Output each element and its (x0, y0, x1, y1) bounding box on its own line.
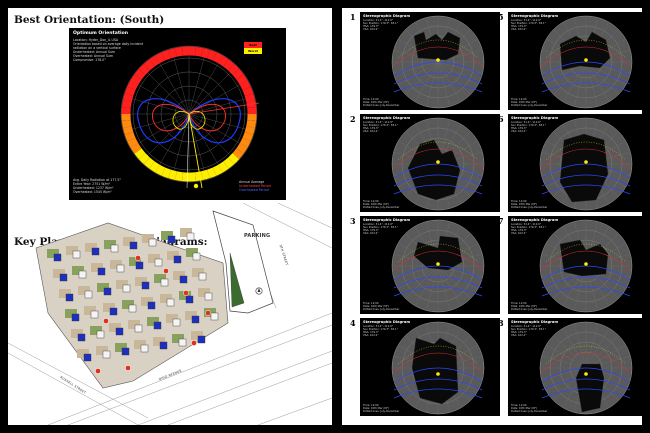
diagram-heading: Stereographic Diagram (363, 116, 411, 120)
orientation-key-2: Overheated Period (239, 188, 269, 192)
plan-marker-8 (191, 340, 197, 346)
diagram-info-line: VSA: 102.2° (363, 232, 379, 236)
diagram-number: 8 (498, 318, 504, 328)
diagram-info: Location: 31.4°, 112.9° Sun Position: 179… (511, 223, 546, 235)
diagram-info: Location: 31.4°, 112.9° Sun Position: 179… (511, 325, 546, 337)
diagram-info-line: VSA: 102.2° (511, 130, 527, 134)
plan-marker-1 (135, 255, 141, 261)
orientation-info-5: Compromise: 178.0° (73, 58, 106, 62)
diagram-number: 6 (498, 114, 504, 124)
diagram-info: Location: 31.4°, 112.9° Sun Position: 179… (363, 121, 398, 133)
sun-path-diagram-2: Stereographic Diagram Location: 31.4°, 11… (360, 114, 500, 212)
diagram-footer-line: Dotted lines: July-December (511, 409, 548, 413)
diagram-footer: Time: 12:00 Date: 10th Mar (DF) Dotted lin… (363, 200, 399, 209)
right-panel: 1 Stereographic Diagram Location: 31.4°, 1… (342, 8, 648, 425)
diagram-heading: Stereographic Diagram (363, 218, 411, 222)
plan-marker-5 (163, 268, 169, 274)
plan-marker-6 (183, 290, 189, 296)
diagram-heading: Stereographic Diagram (363, 14, 411, 18)
diagram-heading: Stereographic Diagram (511, 14, 559, 18)
diagram-number: 7 (498, 216, 504, 226)
site-plan-drawing (7, 202, 333, 426)
diagram-info-line: VSA: 102.2° (363, 28, 379, 32)
diagram-footer-line: Dotted lines: July-December (511, 307, 548, 311)
diagram-info: Location: 31.4°, 112.9° Sun Position: 179… (363, 223, 398, 235)
sun-path-diagram-5: Stereographic Diagram Location: 31.4°, 11… (508, 12, 648, 110)
diagram-info: Location: 31.4°, 112.9° Sun Position: 179… (363, 19, 398, 31)
diagram-info: Location: 31.4°, 112.9° Sun Position: 179… (511, 19, 546, 31)
diagram-info-line: VSA: 102.2° (363, 130, 379, 134)
site-key-plan: PARKING RUSSELL STREET OHIO AVENUE 9TH S… (7, 202, 333, 426)
sun-path-diagram-7: Stereographic Diagram Location: 31.4°, 11… (508, 216, 648, 314)
diagram-footer: Time: 12:00 Date: 10th Mar (DF) Dotted lin… (511, 98, 547, 107)
diagram-footer-line: Dotted lines: July-December (511, 103, 548, 107)
diagram-footer-line: Dotted lines: July-December (363, 409, 400, 413)
diagram-footer: Time: 12:00 Date: 10th Mar (DF) Dotted lin… (511, 404, 547, 413)
diagram-info-line: VSA: 102.2° (511, 334, 527, 338)
orientation-legend: Best Worst (244, 42, 262, 54)
diagram-heading: Stereographic Diagram (363, 320, 411, 324)
diagram-heading: Stereographic Diagram (511, 218, 559, 222)
diagram-number: 2 (350, 114, 356, 124)
diagram-footer: Time: 12:00 Date: 10th Mar (DF) Dotted lin… (363, 404, 399, 413)
diagram-number: 5 (498, 12, 504, 22)
diagram-footer-line: Dotted lines: July-December (363, 103, 400, 107)
sun-path-diagram-3: Stereographic Diagram Location: 31.4°, 11… (360, 216, 500, 314)
diagram-heading: Stereographic Diagram (511, 116, 559, 120)
plan-marker-7 (205, 310, 211, 316)
diagram-info: Location: 31.4°, 112.9° Sun Position: 179… (363, 325, 398, 337)
sun-path-diagram-8: Stereographic Diagram Location: 31.4°, 11… (508, 318, 648, 416)
orientation-heading: Optimum Orientation (73, 31, 129, 36)
diagram-number: 3 (350, 216, 356, 226)
diagram-footer: Time: 12:00 Date: 10th Mar (DF) Dotted lin… (511, 302, 547, 311)
orientation-stat-3: Overheated: 1545 W/m² (73, 190, 112, 194)
diagram-footer: Time: 12:00 Date: 10th Mar (DF) Dotted lin… (511, 200, 547, 209)
sun-path-diagram-6: Stereographic Diagram Location: 31.4°, 11… (508, 114, 648, 212)
optimum-orientation-chart: Optimum Orientation Location: Hyder_Don_… (69, 28, 286, 200)
diagram-footer: Time: 12:00 Date: 10th Mar (DF) Dotted lin… (363, 98, 399, 107)
diagram-footer-line: Dotted lines: July-December (363, 205, 400, 209)
plan-marker-4 (95, 368, 101, 374)
sun-path-diagram-4: Stereographic Diagram Location: 31.4°, 11… (360, 318, 500, 416)
diagram-info-line: VSA: 102.2° (363, 334, 379, 338)
legend-worst: Worst (244, 48, 262, 54)
diagram-heading: Stereographic Diagram (511, 320, 559, 324)
diagram-footer: Time: 12:00 Date: 10th Mar (DF) Dotted lin… (363, 302, 399, 311)
plan-marker-3 (125, 365, 131, 371)
left-panel: Best Orientation: (South) Optimum Orient… (7, 8, 333, 426)
diagram-info-line: VSA: 102.2° (511, 232, 527, 236)
diagram-info-line: VSA: 102.2° (511, 28, 527, 32)
diagram-footer-line: Dotted lines: July-December (363, 307, 400, 311)
best-orientation-title: Best Orientation: (South) (14, 14, 165, 26)
parking-label: PARKING (244, 233, 271, 239)
diagram-info: Location: 31.4°, 112.9° Sun Position: 179… (511, 121, 546, 133)
diagram-footer-line: Dotted lines: July-December (511, 205, 548, 209)
diagram-number: 4 (350, 318, 356, 328)
diagram-number: 1 (350, 12, 356, 22)
plan-marker-2 (103, 318, 109, 324)
sun-path-diagram-1: Stereographic Diagram Location: 31.4°, 11… (360, 12, 500, 110)
